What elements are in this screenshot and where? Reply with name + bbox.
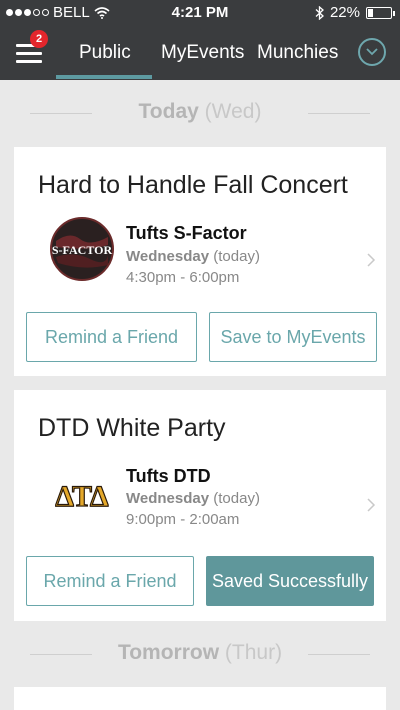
event-title: Hard to Handle Fall Concert [38,171,348,199]
org-logo-text: ΔΤΔ [55,480,109,513]
section-header-today: Today (Wed) [138,100,262,123]
notification-badge: 2 [30,30,48,48]
event-title: DTD White Party [38,414,226,442]
battery-icon [366,6,395,19]
org-logo: ΔΤΔ [50,462,114,526]
more-tabs-button[interactable] [358,38,386,66]
tab-public[interactable]: Public [79,42,131,64]
nav-bar: 2 Public MyEvents Munchies [0,26,400,80]
remind-friend-button[interactable]: Remind a Friend [26,312,197,362]
org-name: Tufts S-Factor [126,223,247,243]
chevron-right-icon [367,496,376,517]
section-header-tomorrow: Tomorrow (Thur) [117,641,283,664]
event-card[interactable] [14,687,386,710]
org-logo: S-FACTOR [50,217,114,281]
saved-successfully-button[interactable]: Saved Successfully [206,556,374,606]
status-bar: BELL 4:21 PM 22% [0,0,400,26]
battery-percent: 22% [329,4,360,21]
tab-myevents[interactable]: MyEvents [161,42,244,64]
event-time: 9:00pm - 2:00am [126,511,240,528]
event-time: 4:30pm - 6:00pm [126,269,240,286]
org-logo-text: S-FACTOR [52,243,113,257]
chevron-right-icon [367,251,376,272]
event-card[interactable]: Hard to Handle Fall Concert S-FACTOR Tuf… [14,147,386,376]
tab-munchies[interactable]: Munchies [257,42,338,64]
event-card[interactable]: DTD White Party ΔΤΔ Tufts DTD Wednesday … [14,390,386,621]
event-day: Wednesday (today) [126,248,260,265]
active-tab-indicator [56,75,152,79]
remind-friend-button[interactable]: Remind a Friend [26,556,194,606]
event-day: Wednesday (today) [126,490,260,507]
bluetooth-icon [315,5,324,20]
org-name: Tufts DTD [126,466,211,486]
chevron-down-icon [366,48,378,56]
save-to-myevents-button[interactable]: Save to MyEvents [209,312,377,362]
